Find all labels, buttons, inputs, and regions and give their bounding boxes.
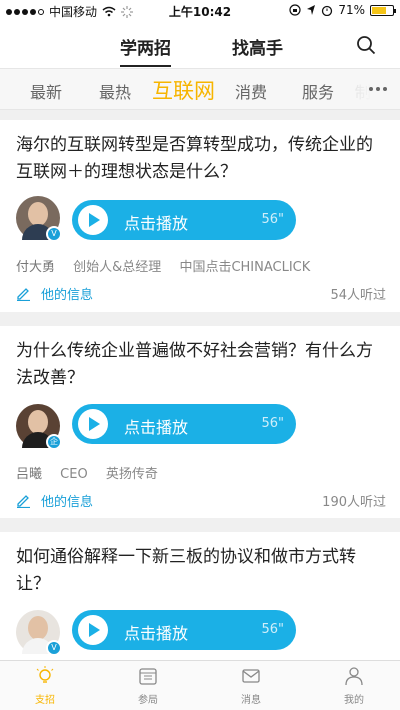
search-icon[interactable] [356, 35, 376, 55]
alarm-icon [322, 5, 333, 16]
bottom-nav: 支招 参局 消息 我的 [0, 660, 400, 710]
location-icon [307, 5, 316, 15]
verified-badge-icon: V [46, 640, 62, 656]
tab-learn[interactable]: 学两招 [120, 34, 171, 67]
battery-icon [370, 4, 396, 16]
author-name[interactable]: 吕曦 [16, 467, 42, 482]
play-label: 点击播放 [124, 418, 189, 437]
listen-count: 190人听过 [322, 495, 386, 510]
audio-duration: 56" [261, 212, 284, 227]
nav-events[interactable]: 参局 [118, 665, 178, 706]
audio-play-button[interactable]: 点击播放 56" [72, 404, 296, 444]
status-bar: 中国移动 上午10:42 71% [0, 0, 400, 22]
category-bar: 最新 最热 互联网 消费 服务 制 [0, 68, 400, 110]
avatar[interactable]: V [16, 196, 62, 242]
author-info-link[interactable]: 他的信息 [16, 491, 93, 510]
category-hot[interactable]: 最热 [99, 79, 131, 103]
verified-badge-icon: V [46, 226, 62, 242]
nav-label: 我的 [344, 695, 364, 706]
author-meta: 吕曦 CEO 英扬传奇 [16, 463, 172, 482]
play-icon [78, 205, 108, 235]
nav-messages[interactable]: 消息 [221, 665, 281, 706]
question-title[interactable]: 海尔的互联网转型是否算转型成功，传统企业的互联网＋的理想状态是什么？ [16, 132, 381, 186]
edit-icon [17, 495, 30, 508]
play-icon [78, 409, 108, 439]
info-label: 他的信息 [41, 495, 94, 510]
play-icon [78, 615, 108, 645]
audio-play-button[interactable]: 点击播放 56" [72, 610, 296, 650]
nav-label: 参局 [138, 695, 158, 706]
listen-count: 54人听过 [330, 288, 386, 303]
question-title[interactable]: 为什么传统企业普遍做不好社会营销？有什么方法改善？ [16, 338, 381, 392]
more-icon [369, 87, 373, 91]
category-service[interactable]: 服务 [302, 79, 334, 103]
author-name[interactable]: 付大勇 [16, 260, 55, 275]
edit-icon [17, 288, 30, 301]
play-label: 点击播放 [124, 624, 189, 643]
mail-icon [242, 669, 260, 683]
category-internet[interactable]: 互联网 [152, 75, 215, 105]
nav-label: 消息 [241, 695, 261, 706]
question-title[interactable]: 如何通俗解释一下新三板的协议和做市方式转让？ [16, 544, 381, 598]
nav-tips[interactable]: 支招 [15, 665, 75, 706]
audio-play-button[interactable]: 点击播放 56" [72, 200, 296, 240]
calendar-icon [139, 668, 157, 685]
more-categories-button[interactable] [356, 69, 400, 109]
enterprise-badge-icon: 企 [46, 434, 62, 450]
avatar[interactable]: 企 [16, 404, 62, 450]
question-card[interactable]: 如何通俗解释一下新三板的协议和做市方式转让？ V 点击播放 56" [0, 532, 400, 660]
avatar[interactable]: V [16, 610, 62, 656]
category-consumer[interactable]: 消费 [235, 79, 267, 103]
info-label: 他的信息 [41, 288, 94, 303]
category-latest[interactable]: 最新 [30, 79, 62, 103]
battery-percent: 71% [338, 3, 365, 17]
author-info-link[interactable]: 他的信息 [16, 284, 93, 303]
audio-duration: 56" [261, 622, 284, 637]
author-company: 中国点击CHINACLICK [179, 260, 311, 275]
question-card[interactable]: 为什么传统企业普遍做不好社会营销？有什么方法改善？ 企 点击播放 56" 吕曦 … [0, 326, 400, 518]
question-card[interactable]: 海尔的互联网转型是否算转型成功，传统企业的互联网＋的理想状态是什么？ V 点击播… [0, 120, 400, 312]
author-title: CEO [60, 467, 88, 482]
nav-label: 支招 [35, 695, 55, 706]
lock-rotation-icon [289, 4, 301, 16]
tab-find-expert[interactable]: 找高手 [232, 34, 283, 59]
bulb-icon [36, 666, 54, 683]
status-right: 71% [289, 3, 396, 17]
person-icon [345, 667, 363, 686]
audio-duration: 56" [261, 416, 284, 431]
top-tab-bar: 学两招 找高手 [0, 22, 400, 68]
author-title: 创始人&总经理 [73, 260, 162, 275]
nav-me[interactable]: 我的 [324, 665, 384, 706]
author-meta: 付大勇 创始人&总经理 中国点击CHINACLICK [16, 256, 324, 275]
author-company: 英扬传奇 [105, 467, 158, 482]
play-label: 点击播放 [124, 214, 189, 233]
